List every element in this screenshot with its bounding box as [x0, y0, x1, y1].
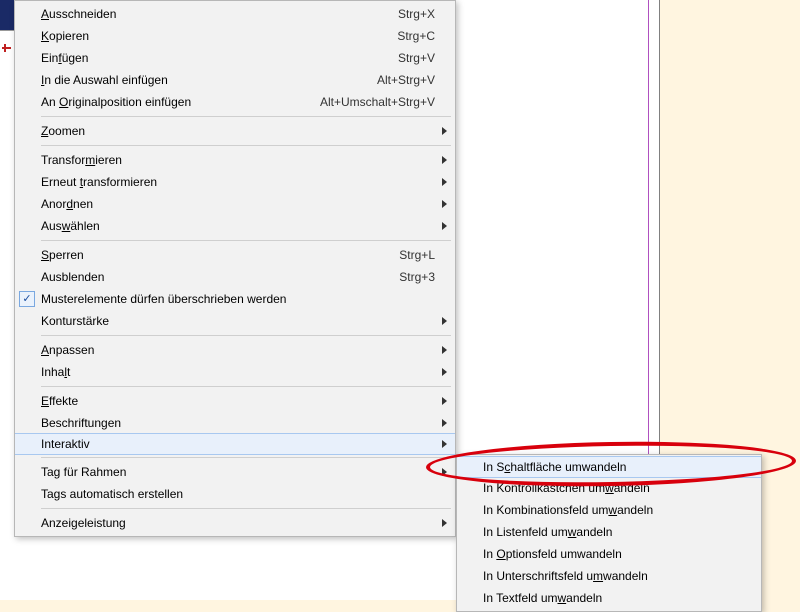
submenu-arrow-icon: [442, 127, 447, 135]
context-menu-item[interactable]: AusschneidenStrg+X: [15, 3, 455, 25]
menu-separator: [41, 240, 451, 241]
menu-shortcut: Alt+Strg+V: [377, 73, 449, 87]
menu-item-label: Anpassen: [41, 343, 442, 357]
menu-item-label: Transformieren: [41, 153, 442, 167]
menu-item-label: In Optionsfeld umwandeln: [483, 547, 755, 561]
submenu-arrow-icon: [442, 346, 447, 354]
menu-item-label: Beschriftungen: [41, 416, 442, 430]
submenu-item[interactable]: In Textfeld umwandeln: [457, 587, 761, 609]
menu-item-label: Ausschneiden: [41, 7, 398, 21]
context-menu-item[interactable]: Anzeigeleistung: [15, 512, 455, 534]
menu-shortcut: Strg+X: [398, 7, 449, 21]
context-menu-item[interactable]: Inhalt: [15, 361, 455, 383]
submenu-item[interactable]: In Kombinationsfeld umwandeln: [457, 499, 761, 521]
menu-item-label: In Schaltfläche umwandeln: [483, 460, 755, 474]
menu-item-label: In Textfeld umwandeln: [483, 591, 755, 605]
context-menu-item[interactable]: ✓ Musterelemente dürfen überschrieben wer…: [15, 288, 455, 310]
menu-item-label: Anordnen: [41, 197, 442, 211]
menu-shortcut: Strg+C: [397, 29, 449, 43]
menu-item-label: In Kontrollkästchen umwandeln: [483, 481, 755, 495]
menu-item-label: Zoomen: [41, 124, 442, 138]
menu-item-label: Effekte: [41, 394, 442, 408]
context-menu-item[interactable]: Tag für Rahmen: [15, 461, 455, 483]
ruler-marker: [0, 44, 14, 54]
context-menu-item[interactable]: EinfügenStrg+V: [15, 47, 455, 69]
context-menu-item[interactable]: SperrenStrg+L: [15, 244, 455, 266]
menu-separator: [41, 508, 451, 509]
submenu-item[interactable]: In Kontrollkästchen umwandeln: [457, 477, 761, 499]
menu-item-label: Erneut transformieren: [41, 175, 442, 189]
submenu-arrow-icon: [442, 200, 447, 208]
submenu-item[interactable]: In Optionsfeld umwandeln: [457, 543, 761, 565]
menu-separator: [41, 145, 451, 146]
submenu-arrow-icon: [442, 222, 447, 230]
context-menu-item[interactable]: AusblendenStrg+3: [15, 266, 455, 288]
submenu-arrow-icon: [442, 317, 447, 325]
check-icon: ✓: [19, 291, 35, 307]
menu-item-label: In Kombinationsfeld umwandeln: [483, 503, 755, 517]
submenu-arrow-icon: [442, 419, 447, 427]
context-menu: AusschneidenStrg+XKopierenStrg+CEinfügen…: [14, 0, 456, 537]
menu-shortcut: Strg+3: [399, 270, 449, 284]
menu-item-label: Interaktiv: [41, 437, 442, 451]
menu-item-label: Sperren: [41, 248, 399, 262]
menu-item-label: Ausblenden: [41, 270, 399, 284]
submenu-arrow-icon: [442, 468, 447, 476]
menu-item-label: An Originalposition einfügen: [41, 95, 320, 109]
submenu-arrow-icon: [442, 368, 447, 376]
context-menu-item[interactable]: Transformieren: [15, 149, 455, 171]
context-menu-item[interactable]: Zoomen: [15, 120, 455, 142]
menu-shortcut: Strg+V: [398, 51, 449, 65]
menu-item-label: Tag für Rahmen: [41, 465, 442, 479]
menu-separator: [41, 386, 451, 387]
submenu-item[interactable]: In Listenfeld umwandeln: [457, 521, 761, 543]
context-menu-item[interactable]: Auswählen: [15, 215, 455, 237]
context-menu-item[interactable]: Anordnen: [15, 193, 455, 215]
menu-item-label: In Unterschriftsfeld umwandeln: [483, 569, 755, 583]
menu-separator: [41, 457, 451, 458]
window-chrome: [0, 0, 14, 30]
submenu-interaktiv: In Schaltfläche umwandeln In Kontrollkäst…: [456, 454, 762, 612]
submenu-arrow-icon: [442, 519, 447, 527]
context-menu-item[interactable]: An Originalposition einfügenAlt+Umschalt…: [15, 91, 455, 113]
menu-item-label: Tags automatisch erstellen: [41, 487, 449, 501]
submenu-arrow-icon: [442, 156, 447, 164]
menu-item-label: Inhalt: [41, 365, 442, 379]
menu-item-label: Musterelemente dürfen überschrieben werd…: [41, 292, 449, 306]
submenu-arrow-icon: [442, 440, 447, 448]
menu-shortcut: Alt+Umschalt+Strg+V: [320, 95, 449, 109]
context-menu-item[interactable]: In die Auswahl einfügenAlt+Strg+V: [15, 69, 455, 91]
menu-separator: [41, 335, 451, 336]
context-menu-item[interactable]: Effekte: [15, 390, 455, 412]
context-menu-item[interactable]: Tags automatisch erstellen: [15, 483, 455, 505]
submenu-arrow-icon: [442, 397, 447, 405]
menu-item-label: Konturstärke: [41, 314, 442, 328]
menu-shortcut: Strg+L: [399, 248, 449, 262]
menu-separator: [41, 116, 451, 117]
menu-item-label: Anzeigeleistung: [41, 516, 442, 530]
submenu-item[interactable]: In Schaltfläche umwandeln: [457, 456, 761, 478]
context-menu-item[interactable]: Anpassen: [15, 339, 455, 361]
menu-item-label: Einfügen: [41, 51, 398, 65]
menu-item-label: In Listenfeld umwandeln: [483, 525, 755, 539]
context-menu-item[interactable]: Erneut transformieren: [15, 171, 455, 193]
context-menu-item[interactable]: Konturstärke: [15, 310, 455, 332]
submenu-arrow-icon: [442, 178, 447, 186]
menu-item-label: In die Auswahl einfügen: [41, 73, 377, 87]
menu-item-label: Auswählen: [41, 219, 442, 233]
context-menu-item[interactable]: Interaktiv: [15, 433, 455, 455]
context-menu-item[interactable]: Beschriftungen: [15, 412, 455, 434]
menu-item-label: Kopieren: [41, 29, 397, 43]
submenu-item[interactable]: In Unterschriftsfeld umwandeln: [457, 565, 761, 587]
context-menu-item[interactable]: KopierenStrg+C: [15, 25, 455, 47]
